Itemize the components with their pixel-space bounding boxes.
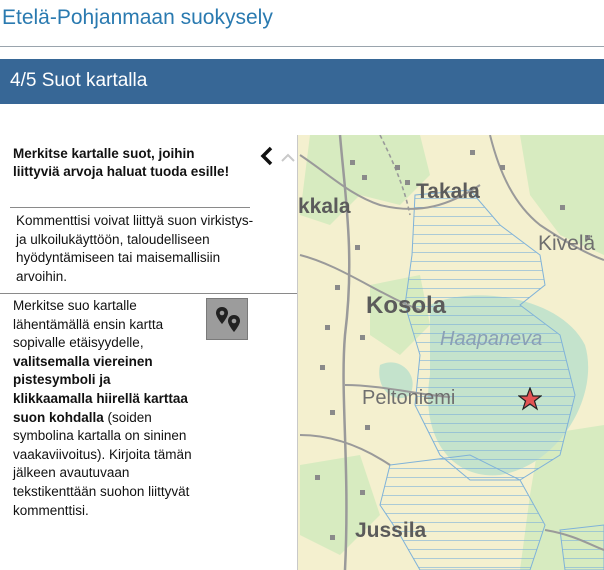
map-pins-button[interactable] (206, 298, 248, 340)
step-title: 4/5 Suot kartalla (10, 70, 148, 91)
instructions-part1: Merkitse suo kartalle lähentämällä ensin… (13, 298, 164, 351)
step-header: 4/5 Suot kartalla (0, 59, 604, 104)
instructions-text: Merkitse suo kartalle lähentämällä ensin… (13, 297, 193, 520)
place-label-kosola: Kosola (366, 292, 447, 319)
place-label-takala: Takala (416, 180, 480, 203)
place-label-peltoniemi: Peltoniemi (362, 387, 456, 409)
star-marker-icon[interactable] (518, 387, 542, 411)
instructions-part2: (soiden symbolina kartalla on sininen va… (13, 409, 192, 518)
panel-heading: Merkitse kartalle suot, joihin liittyviä… (13, 146, 230, 179)
place-label-kokkala: kkala (298, 195, 351, 218)
title-divider (0, 46, 604, 47)
instructions-bold: valitsemalla viereinen pistesymboli ja k… (13, 353, 188, 425)
place-label-kivela: Kivelä (538, 232, 596, 255)
comment-note: Kommenttisi voivat liittyä suon virkisty… (16, 213, 254, 284)
map-pins-icon (216, 307, 240, 332)
page-title: Etelä-Pohjanmaan suokysely (2, 6, 273, 29)
chevron-left-icon[interactable] (256, 145, 278, 167)
place-label-jussila: Jussila (355, 519, 427, 542)
panel-divider-bottom (0, 293, 297, 294)
place-label-haapaneva: Haapaneva (440, 328, 543, 350)
instructions-panel: Merkitse kartalle suot, joihin liittyviä… (0, 135, 298, 570)
scroll-up-icon[interactable] (281, 152, 295, 162)
panel-divider-top (10, 207, 250, 208)
